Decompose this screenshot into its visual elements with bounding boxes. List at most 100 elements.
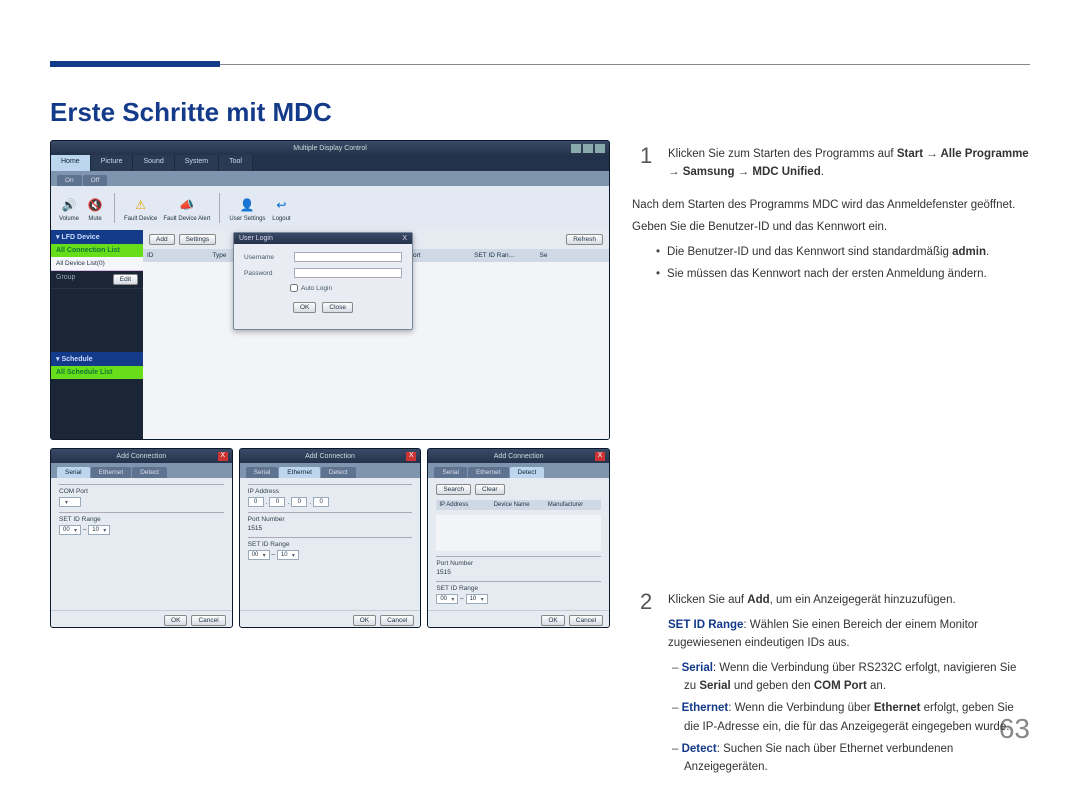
sidebar-sched-body	[51, 379, 143, 440]
warning-icon: ⚠	[131, 195, 151, 215]
add-connection-serial: Add ConnectionX Serial Ethernet Detect C…	[50, 448, 233, 628]
sidebar-schedule[interactable]: ▾ Schedule	[51, 352, 143, 366]
close-icon[interactable]: X	[218, 452, 228, 461]
tab-sound[interactable]: Sound	[133, 155, 174, 171]
tab-serial[interactable]: Serial	[246, 467, 279, 478]
dialog-close-icon[interactable]: X	[402, 235, 407, 242]
settings-button[interactable]: Settings	[179, 234, 217, 245]
refresh-button[interactable]: Refresh	[566, 234, 603, 245]
ribbon-user[interactable]: 👤User Settings	[229, 195, 265, 222]
search-button[interactable]: Search	[436, 484, 471, 495]
ip-octet-2[interactable]: 0	[269, 497, 285, 507]
setid-from[interactable]: 00	[248, 550, 270, 560]
setid-to[interactable]: 10	[277, 550, 299, 560]
main-pane: Add Settings Refresh IDTypePowerConnecti…	[143, 230, 609, 440]
tab-detect[interactable]: Detect	[321, 467, 356, 478]
edit-button[interactable]: Edit	[113, 274, 138, 285]
mdc-main-window: Multiple Display Control Home Picture So…	[50, 140, 610, 440]
sidebar-connlist[interactable]: All Connection List	[51, 244, 143, 257]
ribbon-volume[interactable]: 🔊Volume	[59, 195, 79, 222]
clear-button[interactable]: Clear	[475, 484, 505, 495]
sidebar-groups: Group Edit	[51, 271, 143, 352]
window-controls	[571, 144, 605, 153]
user-login-dialog: User Login X Username Password Auto Logi…	[233, 232, 413, 330]
step-1-line: Klicken Sie zum Starten des Programms au…	[668, 145, 1030, 182]
minimize-icon[interactable]	[571, 144, 581, 153]
subtab-off[interactable]: Off	[83, 175, 108, 186]
close-icon[interactable]: X	[406, 452, 416, 461]
ok-button[interactable]: OK	[353, 615, 376, 626]
step-2-number: 2	[640, 591, 654, 781]
logout-icon: ↩	[271, 195, 291, 215]
power-subtabs: On Off	[51, 171, 609, 186]
window-title: Multiple Display Control	[293, 145, 367, 152]
port-label: Port Number	[248, 516, 413, 523]
ribbon-logout[interactable]: ↩Logout	[271, 195, 291, 222]
comport-select[interactable]	[59, 497, 81, 507]
cancel-button[interactable]: Cancel	[191, 615, 225, 626]
sidebar-lfd[interactable]: ▾ LFD Device	[51, 230, 143, 244]
close-icon[interactable]: X	[595, 452, 605, 461]
cancel-button[interactable]: Cancel	[380, 615, 414, 626]
tab-detect[interactable]: Detect	[510, 467, 545, 478]
add-connection-detect: Add ConnectionX Serial Ethernet Detect S…	[427, 448, 610, 628]
step-2: 2 Klicken Sie auf Add, um ein Anzeigeger…	[640, 591, 1030, 781]
setid-from[interactable]: 00	[59, 525, 81, 535]
main-tabbar: Home Picture Sound System Tool	[51, 155, 609, 171]
login-ok-button[interactable]: OK	[293, 302, 316, 313]
window-titlebar: Multiple Display Control	[51, 141, 609, 155]
setid-to[interactable]: 10	[88, 525, 110, 535]
ip-octet-4[interactable]: 0	[313, 497, 329, 507]
ok-button[interactable]: OK	[164, 615, 187, 626]
port-input[interactable]: 1515	[436, 569, 450, 576]
tab-tool[interactable]: Tool	[219, 155, 253, 171]
maximize-icon[interactable]	[583, 144, 593, 153]
mode-serial: Serial: Wenn die Verbindung über RS232C …	[672, 659, 1030, 696]
password-label: Password	[244, 270, 290, 277]
port-input[interactable]: 1515	[248, 525, 262, 532]
alert-icon: 📣	[177, 195, 197, 215]
add-button[interactable]: Add	[149, 234, 175, 245]
tab-picture[interactable]: Picture	[91, 155, 134, 171]
setid-from[interactable]: 00	[436, 594, 458, 604]
tab-serial[interactable]: Serial	[57, 467, 90, 478]
tab-system[interactable]: System	[175, 155, 219, 171]
ip-octet-3[interactable]: 0	[291, 497, 307, 507]
dialog-titlebar: User Login X	[234, 233, 412, 244]
volume-icon: 🔊	[59, 195, 79, 215]
ribbon-alert[interactable]: 📣Fault Device Alert	[163, 195, 210, 222]
subtab-on[interactable]: On	[57, 175, 82, 186]
tab-ethernet[interactable]: Ethernet	[279, 467, 320, 478]
toolbar-sep	[114, 193, 115, 223]
sidebar: ▾ LFD Device All Connection List All Dev…	[51, 230, 143, 440]
close-icon[interactable]	[595, 144, 605, 153]
page-title: Erste Schritte mit MDC	[50, 97, 332, 128]
cancel-button[interactable]: Cancel	[569, 615, 603, 626]
step-1-number: 1	[640, 145, 654, 188]
user-icon: 👤	[237, 195, 257, 215]
tab-detect[interactable]: Detect	[132, 467, 167, 478]
comport-label: COM Port	[59, 488, 224, 495]
tab-ethernet[interactable]: Ethernet	[91, 467, 132, 478]
password-input[interactable]	[294, 268, 402, 278]
ip-octet-1[interactable]: 0	[248, 497, 264, 507]
ok-button[interactable]: OK	[541, 615, 564, 626]
ribbon-mute[interactable]: 🔇Mute	[85, 195, 105, 222]
tab-ethernet[interactable]: Ethernet	[468, 467, 509, 478]
note-change-pw: Sie müssen das Kennwort nach der ersten …	[656, 265, 1030, 283]
content-row: ▾ LFD Device All Connection List All Dev…	[51, 230, 609, 440]
autologin-checkbox[interactable]	[290, 284, 298, 292]
sidebar-group-row[interactable]: Group Edit	[51, 271, 143, 289]
login-close-button[interactable]: Close	[322, 302, 353, 313]
mode-ethernet: Ethernet: Wenn die Verbindung über Ether…	[672, 699, 1030, 736]
setid-to[interactable]: 10	[466, 594, 488, 604]
sidebar-schedlist[interactable]: All Schedule List	[51, 366, 143, 379]
tab-home[interactable]: Home	[51, 155, 91, 171]
tab-serial[interactable]: Serial	[434, 467, 467, 478]
ribbon-fault[interactable]: ⚠Fault Device	[124, 195, 157, 222]
username-input[interactable]	[294, 252, 402, 262]
username-label: Username	[244, 254, 290, 261]
ip-label: IP Address	[248, 488, 413, 495]
sidebar-devicelist[interactable]: All Device List(0)	[51, 257, 143, 271]
step-1: 1 Klicken Sie zum Starten des Programms …	[640, 145, 1030, 188]
